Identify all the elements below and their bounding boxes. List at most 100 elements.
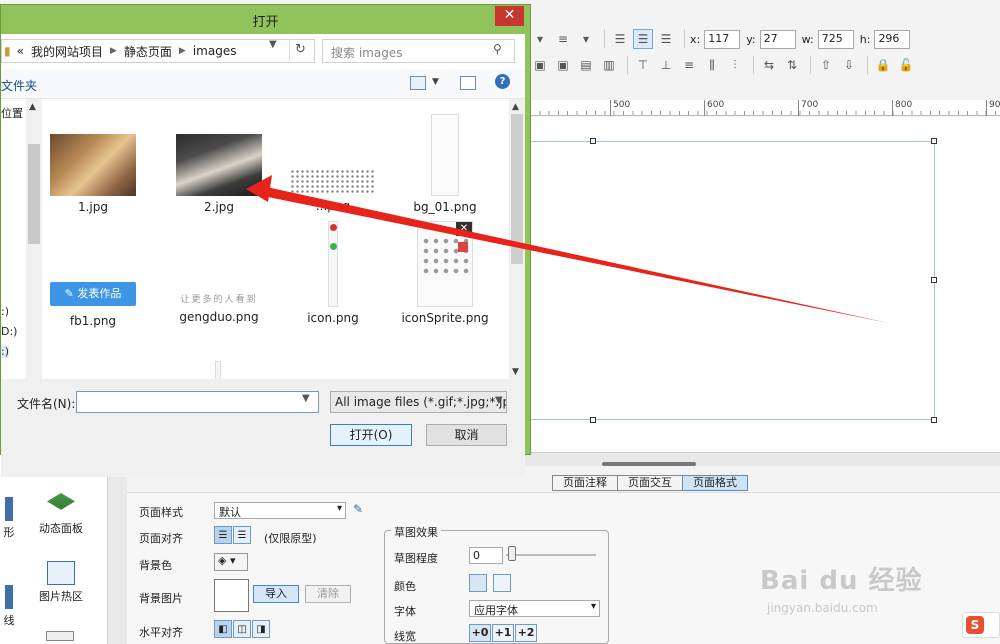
tab-page-notes[interactable]: 页面注释 xyxy=(552,475,618,491)
nav-item-location[interactable]: 位置 xyxy=(1,105,23,121)
search-input[interactable]: 搜索 images xyxy=(322,39,515,63)
chevron-right-icon[interactable]: ▶ xyxy=(110,46,117,56)
search-icon[interactable]: ⚲ xyxy=(493,42,502,56)
line-width-0-button[interactable]: +0 xyxy=(469,624,491,642)
file-item[interactable]: bg_01.png xyxy=(395,114,495,214)
file-item[interactable]: icon.png xyxy=(283,221,383,325)
resize-handle[interactable] xyxy=(931,277,937,283)
sketch-degree-input[interactable]: 0 xyxy=(469,547,503,564)
dialog-titlebar[interactable]: 打开 ✕ xyxy=(1,5,530,34)
line-width-1-button[interactable]: +1 xyxy=(492,624,514,642)
widget-item[interactable]: 图片热区 xyxy=(36,561,86,604)
grayscale-image-icon[interactable] xyxy=(493,574,511,592)
widget-panel-scrollbar[interactable] xyxy=(108,455,127,644)
resize-handle[interactable] xyxy=(590,417,596,423)
sketch-font-select[interactable]: 应用字体 xyxy=(469,600,600,617)
align-top-icon[interactable]: ⊤ xyxy=(633,55,653,75)
bring-front-icon[interactable]: ▣ xyxy=(530,55,550,75)
line-width-2-button[interactable]: +2 xyxy=(515,624,537,642)
align-bottom-icon[interactable]: ≡ xyxy=(679,55,699,75)
move-down-icon[interactable]: ⇩ xyxy=(839,55,859,75)
chevron-right-icon[interactable]: ▶ xyxy=(179,46,186,56)
breadcrumb-overflow[interactable]: « xyxy=(17,44,24,58)
chevron-up-icon[interactable]: ▲ xyxy=(29,102,36,112)
chevron-up-icon[interactable]: ▲ xyxy=(512,102,519,112)
nav-item-drive[interactable]: :) xyxy=(1,345,9,358)
file-item[interactable]: ✕ iconSprite.png xyxy=(395,221,495,325)
lock-icon[interactable]: 🔒 xyxy=(873,55,893,75)
breadcrumb-images[interactable]: images xyxy=(193,44,237,58)
breadcrumb-project[interactable]: 我的网站项目 xyxy=(31,43,103,60)
align-left-icon[interactable]: ☰ xyxy=(610,29,630,49)
h-align-right-icon[interactable]: ◨ xyxy=(252,620,270,638)
refresh-icon[interactable]: ↻ xyxy=(289,39,311,61)
chevron-down-icon[interactable]: ▼ xyxy=(495,395,503,406)
slider-thumb[interactable] xyxy=(508,546,516,561)
widget-item[interactable]: 动态面板 xyxy=(36,493,86,536)
line-style-icon[interactable]: ≡ xyxy=(553,29,573,49)
resize-handle[interactable] xyxy=(590,138,596,144)
nav-scrollbar-thumb[interactable] xyxy=(28,144,40,244)
selected-rectangle-widget[interactable] xyxy=(530,141,935,420)
align-middle-icon[interactable]: ⊥ xyxy=(656,55,676,75)
group-icon[interactable]: ▤ xyxy=(576,55,596,75)
file-item[interactable]: 2.jpg xyxy=(169,134,269,214)
align-right-icon[interactable]: ☰ xyxy=(656,29,676,49)
send-back-icon[interactable]: ▣ xyxy=(553,55,573,75)
align-left-icon[interactable]: ☰ xyxy=(214,526,232,544)
chevron-down-icon[interactable]: ▾ xyxy=(576,29,596,49)
nav-item-drive[interactable]: :) xyxy=(1,305,9,318)
breadcrumb-static-pages[interactable]: 静态页面 xyxy=(124,43,172,60)
align-center-icon[interactable]: ☰ xyxy=(233,526,251,544)
file-list-scrollbar-thumb[interactable] xyxy=(511,114,523,264)
nav-item-drive[interactable]: D:) xyxy=(1,325,17,338)
filename-input[interactable] xyxy=(76,391,319,413)
chevron-down-icon[interactable]: ▼ xyxy=(432,77,439,87)
file-item[interactable]: ✎ 发表作品 fb1.png xyxy=(43,282,143,328)
filetype-select[interactable]: All image files (*.gif;*.jpg;*.jp xyxy=(330,391,507,413)
sketch-degree-slider[interactable] xyxy=(506,554,596,556)
h-input[interactable]: 296 xyxy=(874,29,911,49)
x-input[interactable]: 117 xyxy=(704,29,741,49)
y-input[interactable]: 27 xyxy=(759,29,796,49)
new-folder-button[interactable]: 文件夹 xyxy=(1,77,37,94)
widget-item[interactable]: 形 xyxy=(0,497,24,540)
ime-badge-icon[interactable]: S xyxy=(962,612,1000,638)
w-input[interactable]: 725 xyxy=(817,29,854,49)
file-thumbnail-partial[interactable] xyxy=(215,361,221,379)
import-button[interactable]: 导入 xyxy=(253,585,299,603)
distribute-v-icon[interactable]: ⫶ xyxy=(725,55,745,75)
cancel-button[interactable]: 取消 xyxy=(426,424,507,446)
tab-page-interactions[interactable]: 页面交互 xyxy=(617,475,683,491)
align-center-icon[interactable]: ☰ xyxy=(633,29,653,49)
preview-pane-icon[interactable] xyxy=(460,76,476,90)
chevron-down-icon[interactable]: ▼ xyxy=(302,393,310,404)
resize-handle[interactable] xyxy=(931,417,937,423)
widget-item[interactable]: 线 xyxy=(0,585,24,628)
color-image-icon[interactable] xyxy=(469,574,487,592)
file-item[interactable]: 让更多的人看到 gengduo.png xyxy=(169,294,269,324)
distribute-icon[interactable]: ⫼ xyxy=(702,55,722,75)
file-item[interactable]: ...png xyxy=(283,169,383,213)
move-up-icon[interactable]: ⇧ xyxy=(816,55,836,75)
help-icon[interactable]: ? xyxy=(495,74,510,89)
edit-style-icon[interactable]: ✎ xyxy=(353,502,363,516)
h-align-left-icon[interactable]: ◧ xyxy=(214,620,232,638)
chevron-down-icon[interactable]: ▼ xyxy=(269,39,277,50)
clear-button[interactable]: 清除 xyxy=(305,585,351,603)
file-item[interactable]: 1.jpg xyxy=(43,134,143,214)
chevron-down-icon[interactable]: ▼ xyxy=(512,367,519,377)
address-bar[interactable]: ▮ « 我的网站项目 ▶ 静态页面 ▶ images xyxy=(1,39,315,63)
close-icon[interactable]: ✕ xyxy=(495,6,524,26)
flip-v-icon[interactable]: ⇅ xyxy=(782,55,802,75)
unlock-icon[interactable]: 🔓 xyxy=(896,55,916,75)
flip-h-icon[interactable]: ⇆ xyxy=(759,55,779,75)
splitter-grip[interactable] xyxy=(602,462,696,466)
page-style-select[interactable]: 默认 xyxy=(214,502,346,519)
open-button[interactable]: 打开(O) xyxy=(330,424,412,446)
view-options-icon[interactable] xyxy=(410,76,426,90)
ungroup-icon[interactable]: ▥ xyxy=(599,55,619,75)
dropdown-widget-icon[interactable] xyxy=(46,631,74,641)
h-align-center-icon[interactable]: ◫ xyxy=(233,620,251,638)
chevron-down-icon[interactable]: ▾ xyxy=(530,29,550,49)
